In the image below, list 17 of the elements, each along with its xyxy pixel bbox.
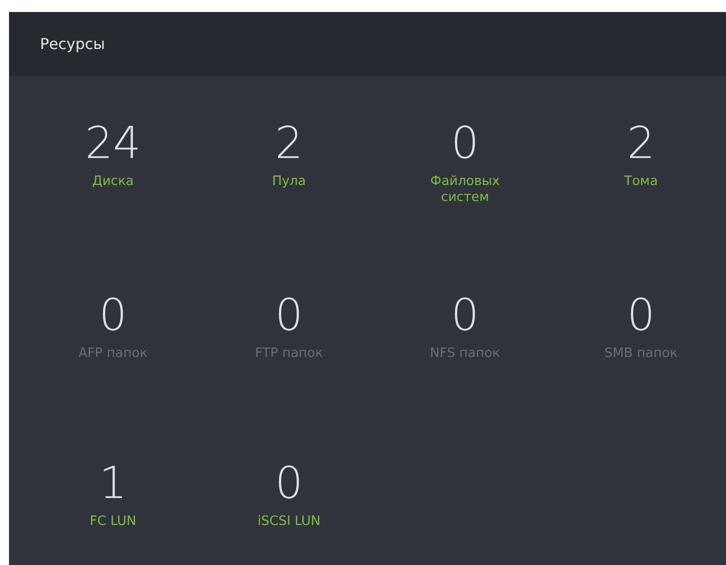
stat-link[interactable]: Тома xyxy=(596,174,686,190)
stat-value: 0 xyxy=(451,122,479,166)
stat-link[interactable]: iSCSI LUN xyxy=(244,514,334,530)
stat-value: 2 xyxy=(627,122,655,166)
stat-value: 2 xyxy=(275,122,303,166)
stat-value: 24 xyxy=(85,122,141,166)
stat-link[interactable]: Диска xyxy=(68,174,158,190)
stat-link[interactable]: Файловых систем xyxy=(420,174,510,206)
stat-link[interactable]: FC LUN xyxy=(68,514,158,530)
stat-value: 0 xyxy=(451,294,479,338)
stat-link[interactable]: Пула xyxy=(244,174,334,190)
panel-title: Ресурсы xyxy=(40,34,106,55)
stat-value: 0 xyxy=(275,462,303,506)
stat-value: 0 xyxy=(99,294,127,338)
stat-value: 0 xyxy=(627,294,655,338)
stat-value: 0 xyxy=(275,294,303,338)
stat-value: 1 xyxy=(99,462,127,506)
